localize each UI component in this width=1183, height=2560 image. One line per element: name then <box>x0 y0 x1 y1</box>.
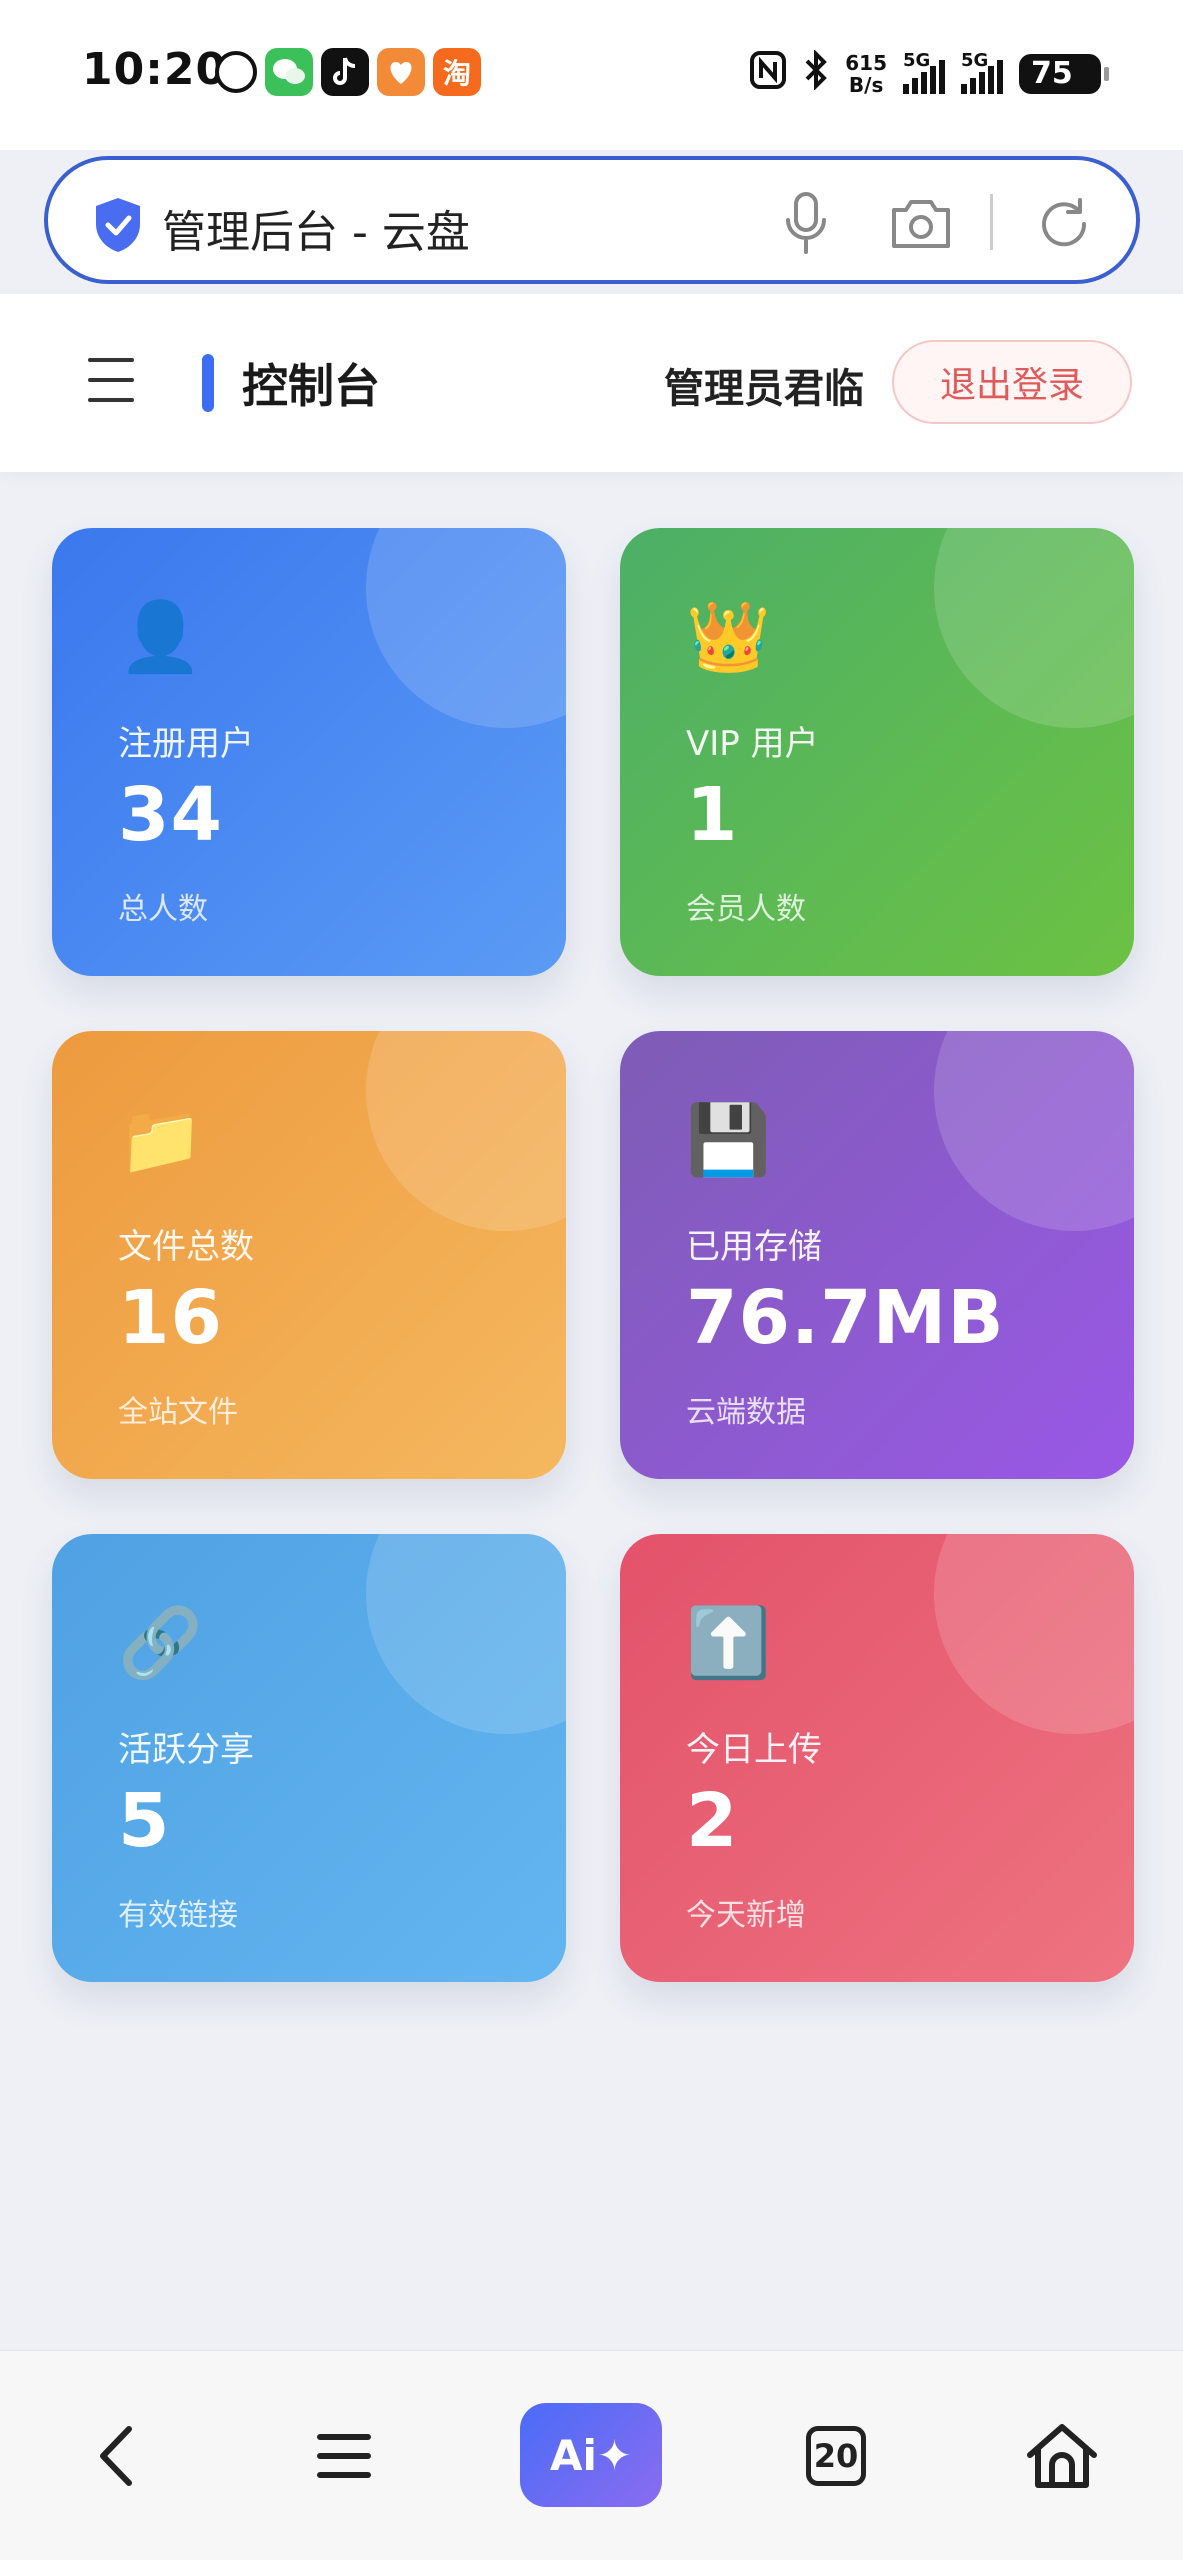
signal-2-icon: 5G <box>961 50 1003 94</box>
stat-card-total-files[interactable]: 📁 文件总数 16 全站文件 <box>52 1031 566 1479</box>
app-header: 控制台 管理员君临 退出登录 <box>0 294 1183 472</box>
heart-app-icon <box>377 48 425 96</box>
title-accent-bar <box>202 354 214 412</box>
card-label: VIP 用户 <box>686 724 819 764</box>
card-subtitle: 有效链接 <box>118 1898 238 1933</box>
admin-name: 管理员君临 <box>664 366 864 412</box>
card-decoration <box>934 528 1134 728</box>
card-decoration <box>934 1031 1134 1231</box>
card-decoration <box>934 1534 1134 1734</box>
card-value: 76.7MB <box>686 1275 1005 1361</box>
card-subtitle: 今天新增 <box>686 1898 806 1933</box>
page-title: 控制台 <box>242 359 380 413</box>
page-title-in-url: 管理后台 - 云盘 <box>162 207 470 258</box>
card-label: 注册用户 <box>118 724 254 764</box>
card-decoration <box>366 1031 566 1231</box>
upload-arrow-icon: ⬆️ <box>686 1604 771 1683</box>
floppy-disk-icon: 💾 <box>686 1101 771 1180</box>
card-value: 34 <box>118 772 223 858</box>
bluetooth-icon <box>803 49 829 97</box>
card-decoration <box>366 1534 566 1734</box>
address-bar[interactable]: 管理后台 - 云盘 <box>44 156 1140 284</box>
signal-1-icon: 5G <box>903 50 945 94</box>
back-icon[interactable] <box>66 2401 166 2511</box>
browser-status-icon <box>215 51 257 93</box>
card-label: 已用存储 <box>686 1227 822 1267</box>
stat-card-storage-used[interactable]: 💾 已用存储 76.7MB 云端数据 <box>620 1031 1134 1479</box>
browser-bottom-nav: Ai✦ 20 <box>0 2350 1183 2560</box>
card-value: 16 <box>118 1275 223 1361</box>
taobao-icon: 淘 <box>433 48 481 96</box>
ai-assistant-button[interactable]: Ai✦ <box>520 2403 662 2507</box>
crown-icon: 👑 <box>686 598 771 677</box>
battery-icon: 75 <box>1019 53 1109 94</box>
wechat-icon <box>265 48 313 96</box>
camera-icon[interactable] <box>888 194 954 252</box>
card-value: 2 <box>686 1778 739 1864</box>
card-value: 5 <box>118 1778 171 1864</box>
network-speed: 615 B/s <box>845 50 887 97</box>
shield-check-icon <box>92 196 144 254</box>
menu-icon[interactable] <box>88 358 134 402</box>
tiktok-icon <box>321 48 369 96</box>
nfc-icon <box>749 50 787 97</box>
url-divider <box>990 194 993 250</box>
status-time: 10:20 <box>82 44 228 95</box>
status-bar: 10:20 淘 615 B/s 5G 5G 75 <box>0 0 1183 150</box>
card-label: 文件总数 <box>118 1227 254 1267</box>
card-subtitle: 全站文件 <box>118 1395 238 1430</box>
microphone-icon[interactable] <box>776 190 836 256</box>
stat-card-active-shares[interactable]: 🔗 活跃分享 5 有效链接 <box>52 1534 566 1982</box>
tabs-count: 20 <box>806 2426 866 2486</box>
link-icon: 🔗 <box>118 1604 203 1683</box>
home-icon[interactable] <box>1012 2401 1112 2511</box>
reload-icon[interactable] <box>1034 194 1094 254</box>
status-app-icons: 淘 <box>215 48 481 96</box>
card-label: 今日上传 <box>686 1730 822 1770</box>
card-subtitle: 会员人数 <box>686 892 806 927</box>
logout-button[interactable]: 退出登录 <box>892 340 1132 424</box>
card-value: 1 <box>686 772 739 858</box>
card-label: 活跃分享 <box>118 1730 254 1770</box>
card-decoration <box>366 528 566 728</box>
card-subtitle: 总人数 <box>118 892 208 927</box>
stat-card-today-uploads[interactable]: ⬆️ 今日上传 2 今天新增 <box>620 1534 1134 1982</box>
folder-icon: 📁 <box>118 1101 203 1180</box>
card-subtitle: 云端数据 <box>686 1395 806 1430</box>
user-icon: 👤 <box>118 598 203 677</box>
tabs-button[interactable]: 20 <box>786 2401 886 2511</box>
stat-card-registered-users[interactable]: 👤 注册用户 34 总人数 <box>52 528 566 976</box>
status-right: 615 B/s 5G 5G 75 <box>749 49 1109 97</box>
menu-lines-icon[interactable] <box>294 2401 394 2511</box>
stat-card-vip-users[interactable]: 👑 VIP 用户 1 会员人数 <box>620 528 1134 976</box>
